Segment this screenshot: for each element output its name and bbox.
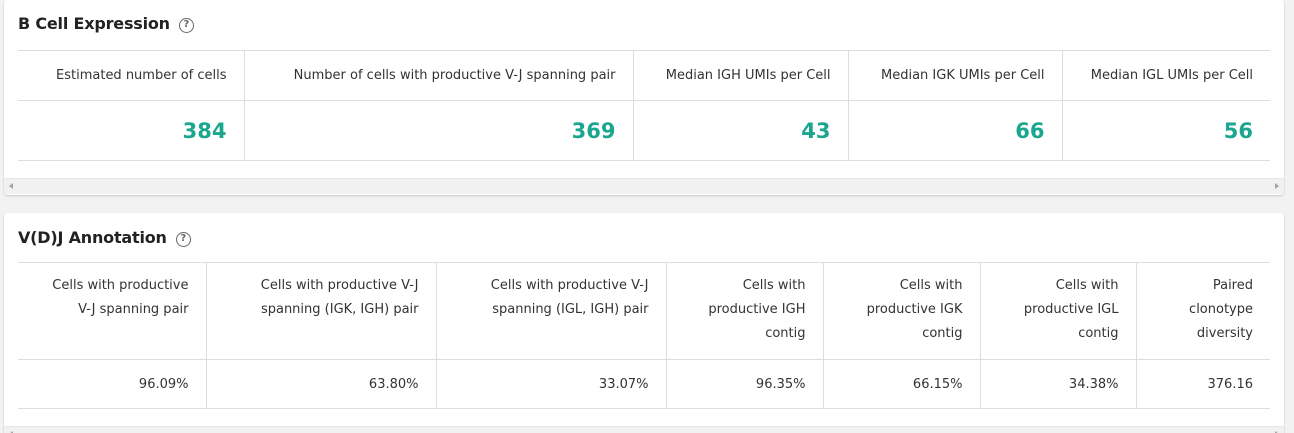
header-cells-with-igk-igh-pair: Cells with productive V-J spanning (IGK,…	[206, 262, 437, 360]
value-cells-with-productive-vj-pair: 96.09%	[18, 359, 207, 409]
b-cell-expression-card: B Cell Expression ? Estimated number of …	[4, 0, 1284, 195]
value-cells-with-igk-igh-pair: 63.80%	[206, 359, 437, 409]
header-median-igk-umis: Median IGK UMIs per Cell	[848, 50, 1063, 101]
table-row: 96.09% 63.80% 33.07% 96.35% 66.15% 34.38…	[18, 359, 1270, 409]
value-median-igh-umis: 43	[633, 100, 849, 161]
header-cells-with-productive-igl-contig: Cells with productive IGL contig	[980, 262, 1137, 360]
table-header-row: Cells with productive V-J spanning pair …	[18, 262, 1270, 360]
header-median-igl-umis: Median IGL UMIs per Cell	[1090, 68, 1253, 83]
help-icon[interactable]: ?	[175, 232, 191, 247]
header-estimated-number-of-cells: Estimated number of cells	[18, 50, 245, 101]
value-paired-clonotype-diversity: 376.16	[1207, 376, 1254, 392]
vdj-annotation-card: V(D)J Annotation ? Cells with productive…	[4, 213, 1284, 433]
value-cells-with-productive-igl-contig: 34.38%	[980, 359, 1137, 409]
help-icon[interactable]: ?	[178, 18, 194, 33]
header-cells-with-productive-igk-contig: Cells with productive IGK contig	[823, 262, 981, 360]
scroll-right-arrow-icon[interactable]	[1275, 183, 1279, 189]
value-cells-with-vj-pair: 369	[244, 100, 634, 161]
header-cells-with-productive-vj-pair: Cells with productive V-J spanning pair	[18, 262, 207, 360]
scroll-left-arrow-icon[interactable]	[9, 183, 13, 189]
horizontal-scrollbar[interactable]	[4, 178, 1284, 194]
vdj-annotation-title: V(D)J Annotation	[18, 228, 167, 247]
value-cells-with-productive-igk-contig: 66.15%	[823, 359, 981, 409]
horizontal-scrollbar[interactable]	[4, 426, 1284, 433]
header-cells-with-productive-igh-contig: Cells with productive IGH contig	[666, 262, 824, 360]
table-header-row: Estimated number of cells Number of cell…	[18, 50, 1270, 101]
vdj-metrics-table: Cells with productive V-J spanning pair …	[18, 262, 1270, 409]
header-cells-with-igl-igh-pair: Cells with productive V-J spanning (IGL,…	[436, 262, 667, 360]
value-estimated-number-of-cells: 384	[18, 100, 245, 161]
table-row: 384 369 43 66 56	[18, 100, 1270, 161]
vdj-annotation-header: V(D)J Annotation ?	[18, 228, 191, 247]
b-cell-metrics-table: Estimated number of cells Number of cell…	[18, 50, 1270, 161]
b-cell-expression-title: B Cell Expression	[18, 14, 170, 33]
value-cells-with-igl-igh-pair: 33.07%	[436, 359, 667, 409]
header-median-igh-umis: Median IGH UMIs per Cell	[633, 50, 849, 101]
header-paired-clonotype-diversity: Paired clonotype diversity	[1189, 278, 1253, 341]
value-cells-with-productive-igh-contig: 96.35%	[666, 359, 824, 409]
value-median-igk-umis: 66	[848, 100, 1063, 161]
b-cell-expression-header: B Cell Expression ?	[18, 14, 194, 33]
value-median-igl-umis: 56	[1223, 118, 1253, 143]
header-cells-with-vj-pair: Number of cells with productive V-J span…	[244, 50, 634, 101]
